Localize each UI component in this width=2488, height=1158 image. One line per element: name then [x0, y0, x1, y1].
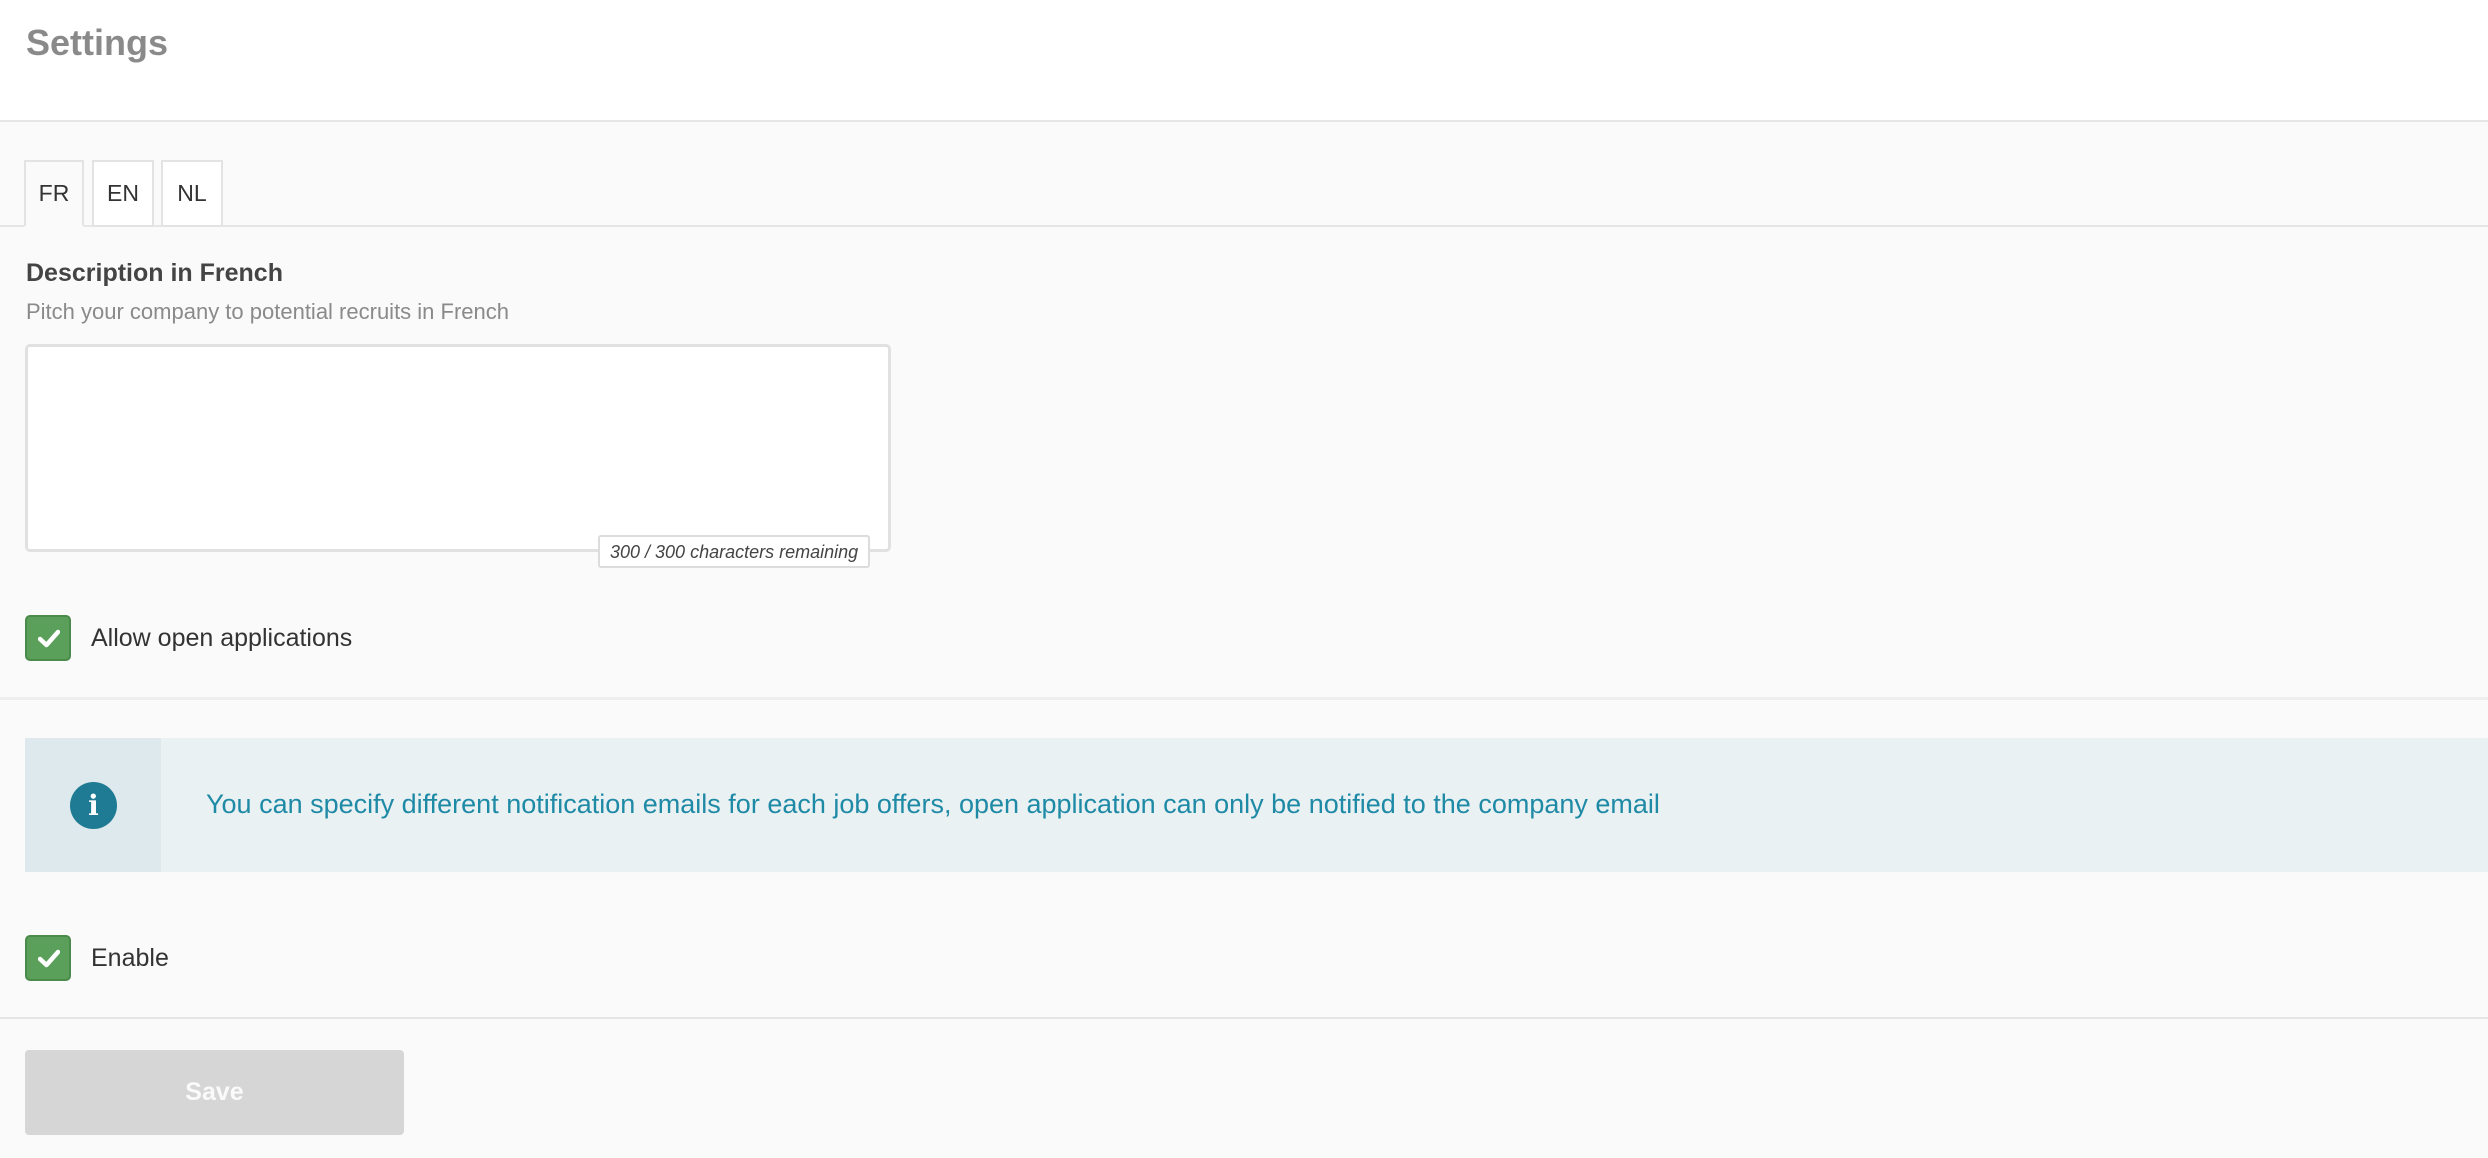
info-alert: i You can specify different notification…: [25, 738, 2488, 872]
description-field-wrapper: [25, 344, 891, 552]
save-button[interactable]: Save: [25, 1050, 404, 1135]
info-icon-cell: i: [25, 738, 161, 872]
footer-divider: [0, 1017, 2488, 1019]
info-message: You can specify different notification e…: [206, 789, 1660, 819]
description-label: Description in French: [26, 259, 283, 287]
tab-en[interactable]: EN: [92, 160, 154, 227]
character-counter: 300 / 300 characters remaining: [598, 535, 871, 568]
page-title: Settings: [26, 22, 169, 63]
allow-open-applications-label[interactable]: Allow open applications: [91, 624, 352, 653]
info-icon: i: [70, 782, 117, 829]
tab-nl[interactable]: NL: [161, 160, 223, 227]
section-divider: [0, 697, 2488, 700]
enable-checkbox[interactable]: [25, 935, 71, 981]
enable-label[interactable]: Enable: [91, 944, 169, 973]
tabs-underline: [0, 225, 2488, 227]
description-textarea[interactable]: [25, 344, 891, 552]
allow-open-applications-checkbox[interactable]: [25, 615, 71, 661]
checkmark-icon: [38, 949, 60, 968]
settings-content: FR EN NL Description in French Pitch you…: [0, 122, 2488, 1158]
description-help-text: Pitch your company to potential recruits…: [26, 299, 510, 324]
checkmark-icon: [38, 629, 60, 648]
tab-fr[interactable]: FR: [24, 160, 84, 227]
page-header: Settings: [0, 0, 2488, 122]
